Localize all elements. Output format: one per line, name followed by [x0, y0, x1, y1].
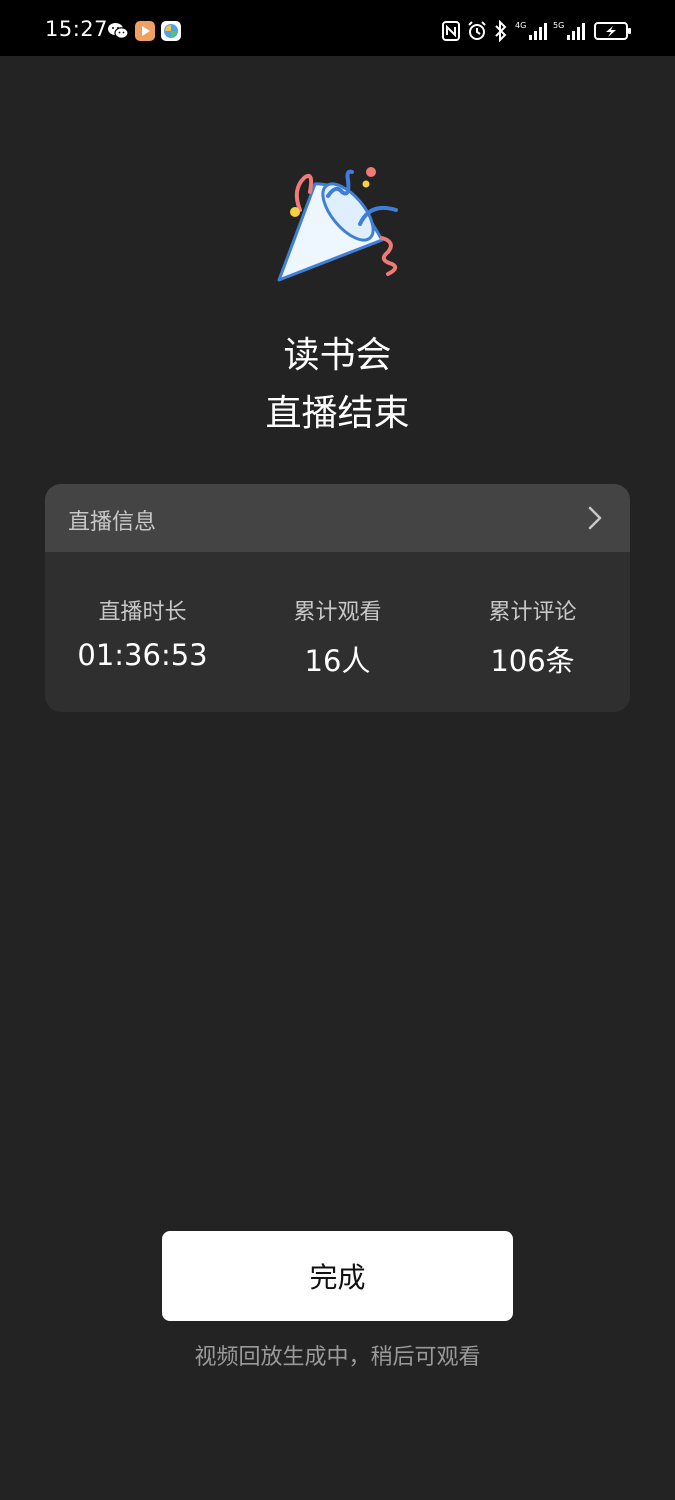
chevron-right-icon[interactable]	[588, 506, 602, 530]
replay-hint: 视频回放生成中，稍后可观看	[194, 1345, 481, 1370]
battery-charging-icon	[594, 22, 631, 40]
network-4g-label: 4G	[515, 21, 526, 30]
signal-4g-icon: 4G	[515, 21, 547, 40]
stat-comments-value: 106条	[490, 644, 575, 678]
live-info-header[interactable]: 直播信息	[45, 484, 630, 552]
live-ended-title: 直播结束	[265, 393, 410, 434]
wechat-icon	[108, 23, 129, 39]
stat-duration-label: 直播时长	[98, 600, 187, 625]
status-bar: 15:27 4G 5G	[0, 0, 675, 56]
done-button[interactable]: 完成	[162, 1231, 513, 1321]
stat-comments-label: 累计评论	[488, 600, 577, 625]
stat-duration: 直播时长 01:36:53	[45, 594, 240, 672]
alarm-icon	[468, 21, 486, 40]
stat-viewers-value: 16人	[304, 644, 371, 678]
stat-duration-value: 01:36:53	[77, 638, 208, 672]
bluetooth-icon	[495, 20, 507, 42]
browser-app-icon	[161, 21, 181, 41]
nfc-icon	[442, 21, 460, 41]
network-5g-label: 5G	[553, 21, 564, 30]
live-info-label: 直播信息	[68, 510, 157, 535]
room-title: 读书会	[283, 335, 392, 376]
party-popper-icon	[277, 167, 398, 282]
stat-viewers: 累计观看 16人	[240, 594, 435, 680]
stat-viewers-label: 累计观看	[293, 600, 382, 625]
video-app-icon	[135, 21, 155, 41]
stat-comments: 累计评论 106条	[435, 594, 630, 680]
status-time: 15:27	[45, 17, 109, 41]
live-info-card: 直播信息 直播时长 01:36:53 累计观看 16人 累计评论 106条	[45, 484, 630, 712]
signal-5g-icon: 5G	[553, 21, 585, 40]
